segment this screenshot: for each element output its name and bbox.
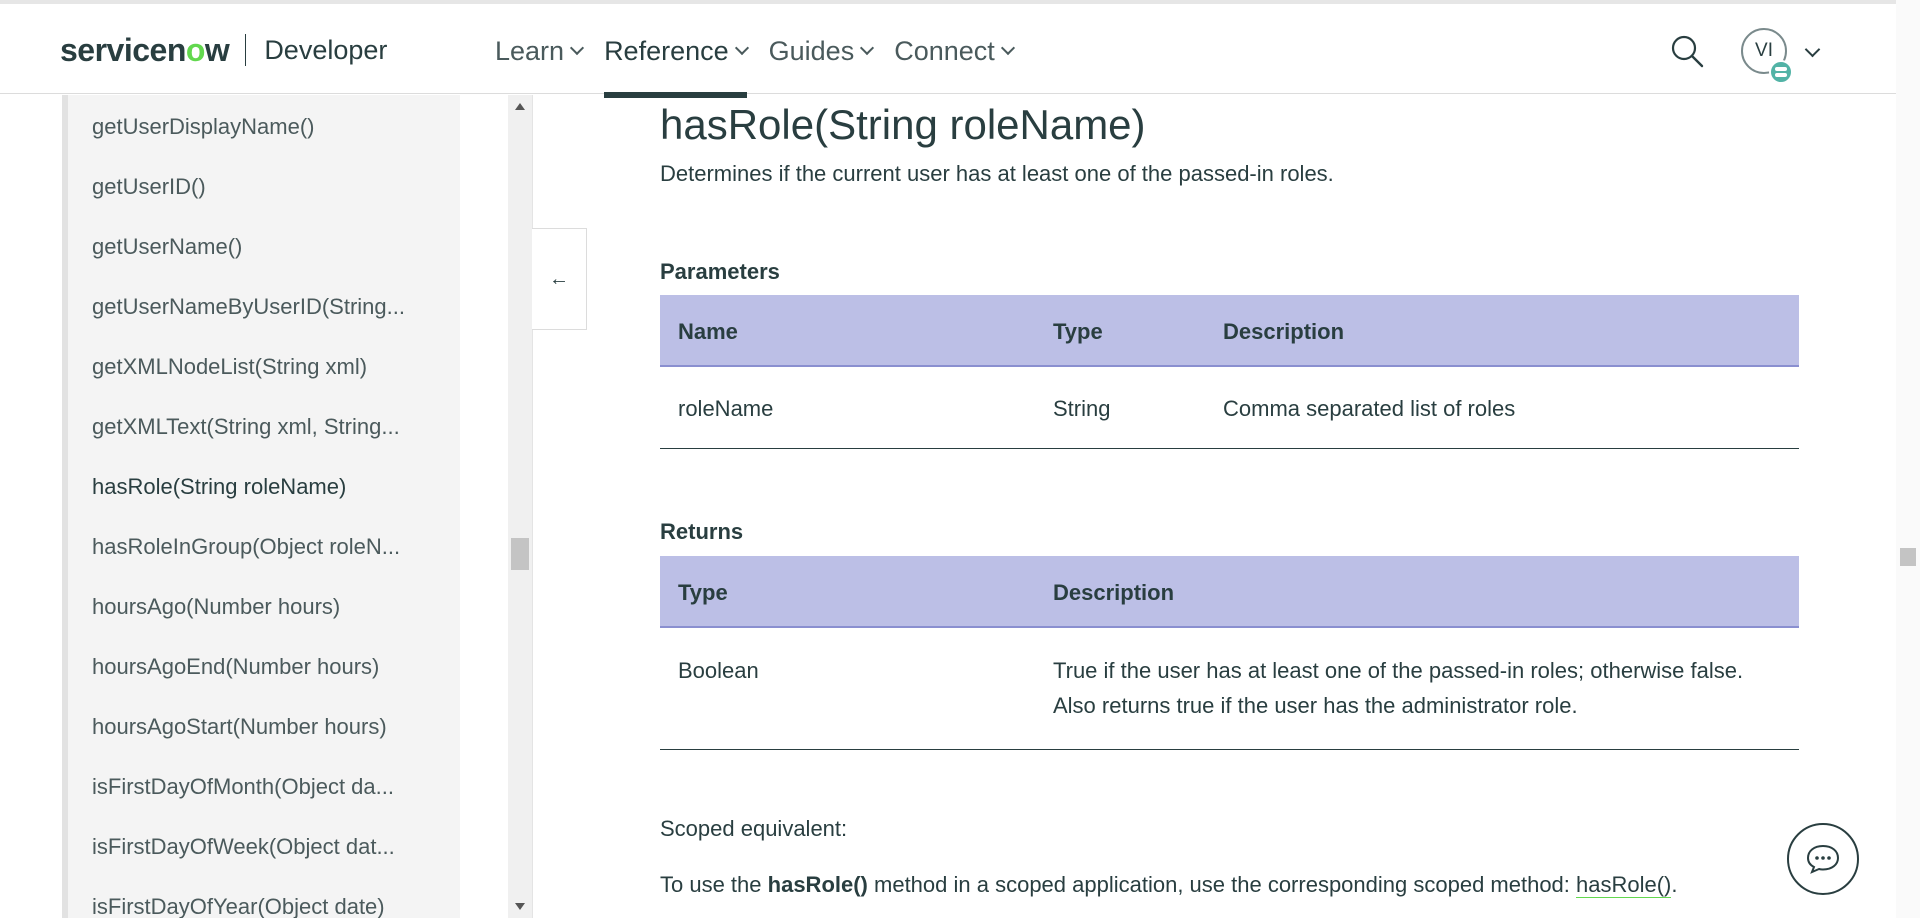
table-cell: String	[1053, 396, 1111, 421]
sidebar-item[interactable]: getUserNameByUserID(String...	[62, 277, 460, 337]
method-description: Determines if the current user has at le…	[660, 161, 1334, 186]
table-cell: Boolean	[678, 658, 759, 683]
top-navigation-bar: servicenow Developer Learn Reference Gui…	[0, 0, 1896, 98]
collapse-sidebar-button[interactable]: ←	[532, 228, 587, 330]
nav-connect-label: Connect	[894, 35, 995, 66]
parameters-heading: Parameters	[660, 259, 780, 284]
nav-learn[interactable]: Learn	[484, 4, 593, 98]
table-header: Name Type Description	[660, 295, 1799, 367]
column-header: Name	[678, 319, 738, 344]
instance-badge-icon	[1769, 60, 1793, 84]
table-cell: roleName	[678, 396, 774, 421]
nav-learn-label: Learn	[495, 35, 565, 66]
sidebar-item[interactable]: getUserDisplayName()	[62, 97, 460, 157]
content-divider	[532, 95, 533, 918]
avatar-initials: VI	[1755, 40, 1773, 61]
api-method-sidebar: getUserDisplayName() getUserID() getUser…	[62, 95, 460, 918]
sidebar-item[interactable]: isFirstDayOfMonth(Object da...	[62, 757, 460, 817]
chat-bubble-icon	[1806, 844, 1840, 874]
logo-divider	[245, 34, 247, 66]
sidebar-item-active[interactable]: hasRole(String roleName)	[62, 457, 460, 517]
sidebar-item[interactable]: hoursAgo(Number hours)	[62, 577, 460, 637]
table-row: Boolean True if the user has at least on…	[660, 628, 1799, 750]
page-scrollbar[interactable]	[1896, 0, 1920, 918]
method-name: hasRole()	[767, 872, 868, 897]
scroll-down-icon[interactable]	[515, 903, 525, 910]
sidebar-item[interactable]: hoursAgoStart(Number hours)	[62, 697, 460, 757]
column-header: Type	[678, 580, 728, 605]
scroll-up-icon[interactable]	[515, 103, 525, 110]
nav-reference-label: Reference	[604, 35, 729, 66]
sidebar-item[interactable]: hasRoleInGroup(Object roleN...	[62, 517, 460, 577]
table-header: Type Description	[660, 556, 1799, 628]
table-row: roleName String Comma separated list of …	[660, 367, 1799, 449]
chevron-down-icon[interactable]	[1804, 41, 1821, 58]
chevron-down-icon	[860, 40, 875, 56]
column-header: Type	[1053, 319, 1103, 344]
column-header: Description	[1223, 319, 1345, 344]
sidebar-scrollbar[interactable]	[508, 95, 532, 918]
scoped-equivalent-label: Scoped equivalent:	[660, 816, 848, 841]
servicenow-developer-logo[interactable]: servicenow Developer	[60, 30, 387, 70]
sidebar-item[interactable]: isFirstDayOfYear(Object date)	[62, 877, 460, 918]
scrollbar-thumb[interactable]	[1900, 548, 1916, 566]
main-nav: Learn Reference Guides Connect	[484, 4, 1024, 98]
sidebar-item[interactable]: getUserName()	[62, 217, 460, 277]
scoped-equivalent-text: To use the hasRole() method in a scoped …	[660, 872, 1678, 898]
sidebar-item[interactable]: isFirstDayOfWeek(Object dat...	[62, 817, 460, 877]
search-icon[interactable]	[1670, 34, 1704, 68]
scoped-method-link[interactable]: hasRole()	[1576, 872, 1672, 898]
nav-guides-label: Guides	[768, 35, 855, 66]
nav-reference[interactable]: Reference	[593, 4, 758, 98]
returns-table: Type Description Boolean True if the use…	[660, 556, 1799, 750]
arrow-left-icon: ←	[549, 267, 569, 290]
table-cell: Also returns true if the user has the ad…	[1053, 693, 1578, 718]
sidebar-track	[62, 95, 68, 918]
scrollbar-thumb[interactable]	[511, 538, 529, 570]
chat-button[interactable]	[1787, 823, 1859, 895]
logo-product-name: Developer	[264, 34, 388, 65]
page-title: hasRole(String roleName)	[660, 101, 1146, 148]
sidebar-item[interactable]: getXMLText(String xml, String...	[62, 397, 460, 457]
sidebar-item[interactable]: getXMLNodeList(String xml)	[62, 337, 460, 397]
sidebar-item[interactable]: getUserID()	[62, 157, 460, 217]
nav-connect[interactable]: Connect	[883, 4, 1024, 98]
nav-guides[interactable]: Guides	[758, 4, 884, 98]
sidebar-item[interactable]: hoursAgoEnd(Number hours)	[62, 637, 460, 697]
table-cell: True if the user has at least one of the…	[1053, 658, 1744, 683]
column-header: Description	[1053, 580, 1175, 605]
table-cell: Comma separated list of roles	[1223, 396, 1516, 421]
chevron-down-icon	[569, 40, 585, 56]
chevron-down-icon	[1000, 40, 1015, 56]
logo-wordmark: servicenow	[60, 31, 230, 68]
chevron-down-icon	[734, 40, 749, 56]
parameters-table: Name Type Description roleName String Co…	[660, 295, 1799, 449]
returns-heading: Returns	[660, 519, 744, 544]
